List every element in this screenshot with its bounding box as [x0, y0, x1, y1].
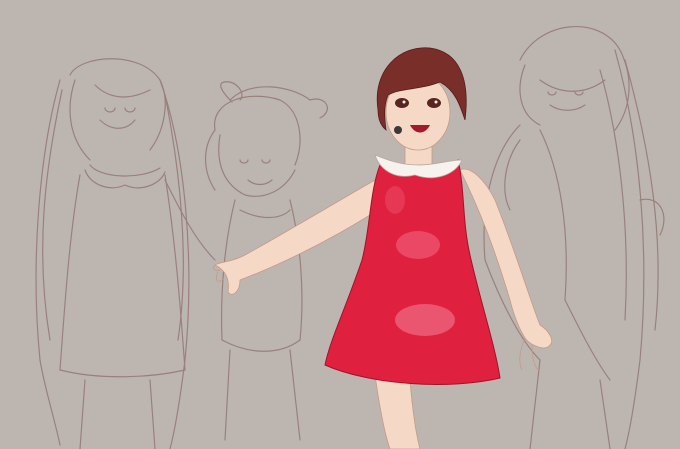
- eye-shine: [402, 100, 406, 104]
- artwork-canvas: [0, 0, 680, 449]
- dress-highlight: [396, 231, 440, 259]
- eye-shine: [434, 100, 438, 104]
- left-eye: [395, 98, 409, 108]
- dress-highlight: [395, 304, 455, 336]
- illustration: [0, 0, 680, 449]
- dress-highlight: [385, 186, 405, 214]
- right-eye: [427, 98, 441, 108]
- headset-mic-icon: [394, 126, 402, 134]
